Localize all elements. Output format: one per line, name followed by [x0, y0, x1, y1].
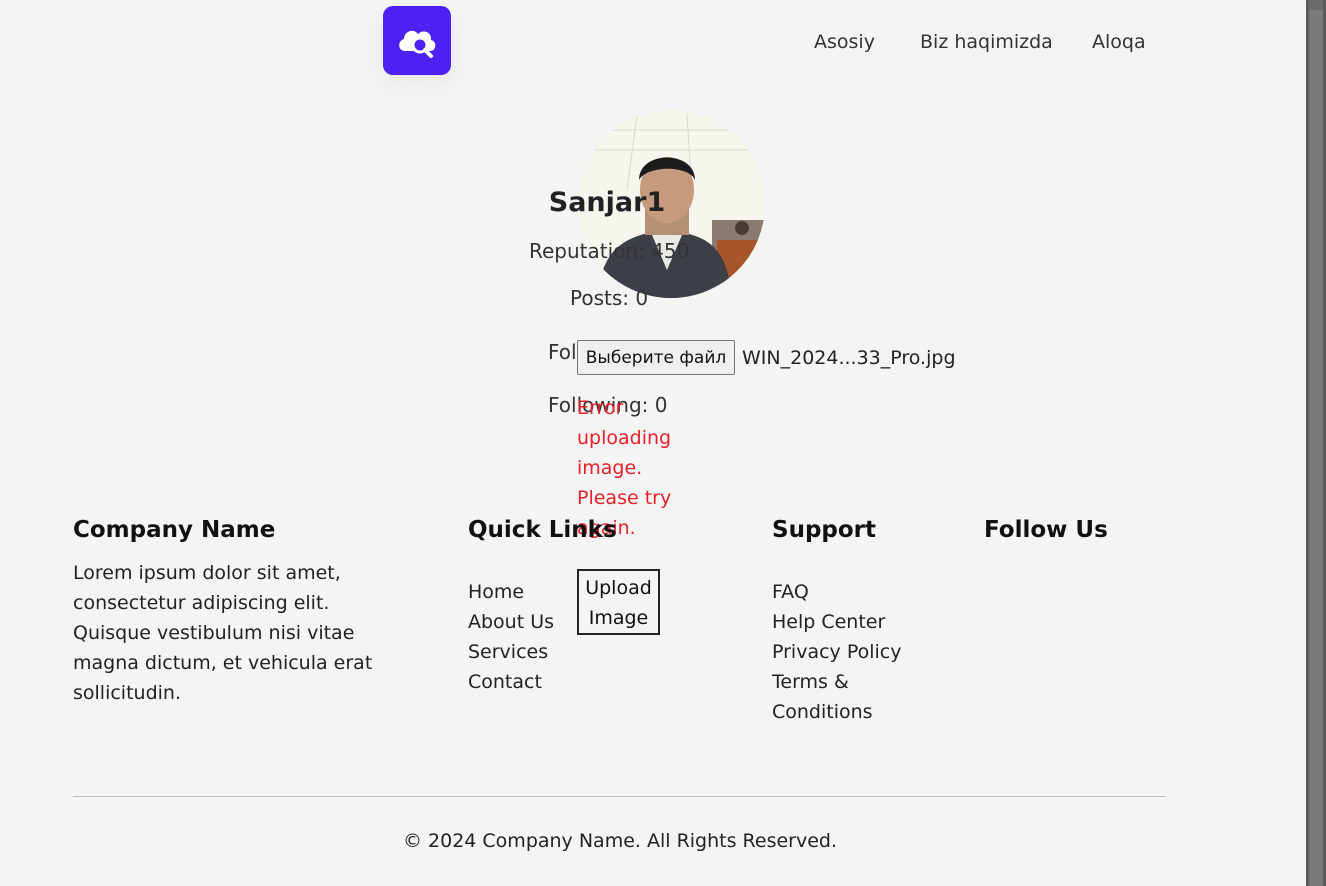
footer-quick-links-heading: Quick Links [468, 517, 617, 543]
footer-support-heading: Support [772, 517, 877, 543]
footer-link-services[interactable]: Services [468, 637, 554, 667]
footer-support-links: FAQ Help Center Privacy Policy Terms & C… [772, 577, 922, 727]
upload-image-button[interactable]: Upload Image [577, 569, 660, 635]
footer-link-help-center[interactable]: Help Center [772, 607, 922, 637]
nav-link-home[interactable]: Asosiy [814, 31, 875, 53]
nav-link-about[interactable]: Biz haqimizda [920, 31, 1053, 53]
choose-file-button[interactable]: Выберите файл [577, 340, 735, 375]
selected-file-name: WIN_2024...33_Pro.jpg [742, 347, 956, 369]
profile-username: Sanjar1 [548, 187, 666, 218]
footer-divider [73, 796, 1166, 797]
footer-link-home[interactable]: Home [468, 577, 554, 607]
reputation-stat: Reputation: 450 [529, 239, 690, 263]
logo[interactable] [383, 6, 451, 75]
cloud-search-icon [399, 30, 436, 58]
scrollbar-up-arrow[interactable] [1309, 0, 1323, 10]
footer-link-contact[interactable]: Contact [468, 667, 554, 697]
copyright-text: © 2024 Company Name. All Rights Reserved… [402, 830, 838, 852]
footer-follow-heading: Follow Us [984, 517, 1108, 543]
footer-link-faq[interactable]: FAQ [772, 577, 922, 607]
posts-stat: Posts: 0 [570, 286, 649, 310]
footer-link-privacy[interactable]: Privacy Policy [772, 637, 922, 667]
footer-link-about[interactable]: About Us [468, 607, 554, 637]
nav-link-contact[interactable]: Aloqa [1092, 31, 1146, 53]
footer-quick-links: Home About Us Services Contact [468, 577, 554, 697]
footer-company-text: Lorem ipsum dolor sit amet, consectetur … [73, 562, 373, 704]
scrollbar-thumb[interactable] [1309, 10, 1323, 886]
footer-company-heading: Company Name [73, 517, 276, 543]
footer-link-terms[interactable]: Terms & Conditions [772, 667, 892, 727]
